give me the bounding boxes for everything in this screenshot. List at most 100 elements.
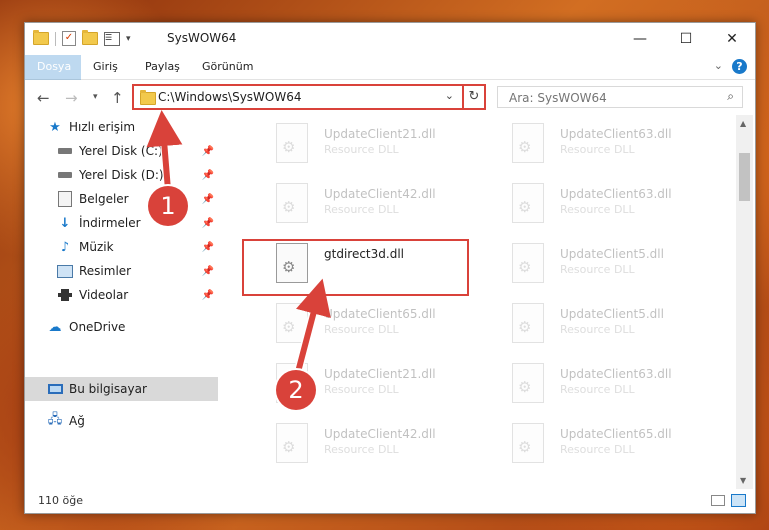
dll-file-icon [276,303,308,343]
sidebar-item-label: OneDrive [69,320,126,334]
step-badge-2: 2 [276,370,316,410]
sidebar-item-label: Müzik [79,240,114,254]
refresh-icon[interactable]: ↻ [462,84,486,110]
download-icon: ↓ [59,215,71,231]
properties-check-icon[interactable]: ✓ [62,31,76,46]
tab-home[interactable]: Giriş [81,55,130,79]
navigation-pane: ★ Hızlı erişim Yerel Disk (C:) 📌 Yerel D… [25,115,218,489]
folder-icon [33,30,49,45]
large-icons-view-icon[interactable] [731,494,746,507]
cloud-icon: ☁ [48,319,62,335]
sidebar-item-quick-access[interactable]: ★ Hızlı erişim [25,115,240,139]
list-item[interactable]: UpdateClient5.dll Resource DLL [484,237,714,295]
sidebar-item-label: Resimler [79,264,132,278]
star-icon: ★ [49,119,61,135]
sidebar-item-label: Bu bilgisayar [69,382,147,396]
documents-icon [57,191,73,207]
scroll-up-icon[interactable]: ▲ [740,119,746,128]
dll-file-icon [512,243,544,283]
maximize-button[interactable]: ☐ [663,23,709,55]
dll-file-icon [512,423,544,463]
search-input[interactable] [507,90,721,106]
pin-icon[interactable]: 📌 [202,242,214,253]
dll-file-icon [512,303,544,343]
minimize-button[interactable]: — [617,23,663,55]
sidebar-item-videos[interactable]: Videolar 📌 [25,283,218,307]
list-item[interactable]: UpdateClient63.dll Resource DLL [484,357,714,415]
dll-file-icon [276,423,308,463]
sidebar-item-label: Ağ [69,414,85,428]
sidebar-item-pictures[interactable]: Resimler 📌 [25,259,218,283]
computer-icon [47,381,63,397]
sidebar-item-this-pc[interactable]: Bu bilgisayar [25,377,218,401]
sidebar-item-music[interactable]: ♪ Müzik 📌 [25,235,218,259]
sidebar-item-documents[interactable]: Belgeler 📌 [25,187,218,211]
vertical-scrollbar[interactable]: ▲ ▼ [736,115,753,489]
navigation-bar: ← → ▾ ↑ C:\Windows\SysWOW64 ⌄ ↻ ⌕ [25,80,755,114]
sidebar-item-local-disk-d[interactable]: Yerel Disk (D:) 📌 [25,163,218,187]
sidebar-item-onedrive[interactable]: ☁ OneDrive [25,315,240,339]
list-item[interactable]: UpdateClient42.dll Resource DLL [248,177,478,235]
search-icon[interactable]: ⌕ [727,89,734,104]
toolbar-separator [55,31,56,46]
dll-file-icon [512,123,544,163]
sidebar-item-label: Yerel Disk (D:) [79,168,164,182]
pin-icon[interactable]: 📌 [202,194,214,205]
pin-icon[interactable]: 📌 [202,218,214,229]
ribbon-tabs: Dosya Giriş Paylaş Görünüm ⌄ ? [25,55,755,113]
videos-icon [57,287,73,303]
dll-file-icon [276,183,308,223]
scrollbar-thumb[interactable] [739,153,750,201]
list-item[interactable]: UpdateClient65.dll Resource DLL [248,297,478,355]
step-badge-1: 1 [148,186,188,226]
folder-icon [140,90,156,105]
tab-share[interactable]: Paylaş [133,55,192,79]
qat-dropdown-icon[interactable]: ▾ [126,34,131,44]
list-item[interactable]: UpdateClient63.dll Resource DLL [484,117,714,175]
customize-view-icon[interactable]: ☰ [104,31,120,46]
pin-icon[interactable]: 📌 [202,290,214,301]
up-icon[interactable]: ↑ [111,89,124,107]
scroll-down-icon[interactable]: ▼ [740,476,746,485]
list-item[interactable]: UpdateClient42.dll Resource DLL [248,417,478,475]
dll-file-icon [276,123,308,163]
back-icon[interactable]: ← [37,89,50,107]
music-icon: ♪ [60,239,70,255]
sidebar-item-network[interactable]: 🖧 Ağ [25,409,240,433]
sidebar-item-local-disk-c[interactable]: Yerel Disk (C:) 📌 [25,139,218,163]
tab-view[interactable]: Görünüm [190,55,265,79]
pin-icon[interactable]: 📌 [202,266,214,277]
dll-file-icon [512,183,544,223]
list-item[interactable]: UpdateClient63.dll Resource DLL [484,177,714,235]
highlight-box-file [242,239,469,296]
file-list: UpdateClient21.dll Resource DLL UpdateCl… [218,115,736,489]
drive-icon [57,143,73,159]
address-bar[interactable]: C:\Windows\SysWOW64 ⌄ [132,84,486,110]
forward-icon[interactable]: → [65,89,78,107]
search-box[interactable]: ⌕ [497,86,743,108]
pictures-icon [57,263,73,279]
expand-ribbon-icon[interactable]: ⌄ [714,59,723,72]
sidebar-item-downloads[interactable]: ↓ İndirmeler 📌 [25,211,218,235]
address-text: C:\Windows\SysWOW64 [158,90,302,104]
list-item[interactable]: UpdateClient65.dll Resource DLL [484,417,714,475]
list-item[interactable]: UpdateClient5.dll Resource DLL [484,297,714,355]
help-icon[interactable]: ? [732,59,747,74]
sidebar-item-label: Yerel Disk (C:) [79,144,163,158]
network-icon: 🖧 [47,412,63,427]
recent-locations-icon[interactable]: ▾ [93,92,98,102]
close-button[interactable]: ✕ [709,23,755,55]
window-title: SysWOW64 [167,31,237,45]
pin-icon[interactable]: 📌 [202,146,214,157]
list-item[interactable]: UpdateClient21.dll Resource DLL [248,117,478,175]
status-bar: 110 öğe [25,489,755,513]
sidebar-item-label: Belgeler [79,192,129,206]
new-folder-icon[interactable] [82,30,98,45]
sidebar-item-label: Hızlı erişim [69,120,136,134]
dll-file-icon [512,363,544,403]
details-view-icon[interactable] [711,495,725,506]
pin-icon[interactable]: 📌 [202,170,214,181]
title-bar: ✓ ☰ ▾ SysWOW64 — ☐ ✕ [25,23,755,55]
sidebar-item-label: İndirmeler [79,216,141,230]
address-dropdown-icon[interactable]: ⌄ [445,89,454,102]
